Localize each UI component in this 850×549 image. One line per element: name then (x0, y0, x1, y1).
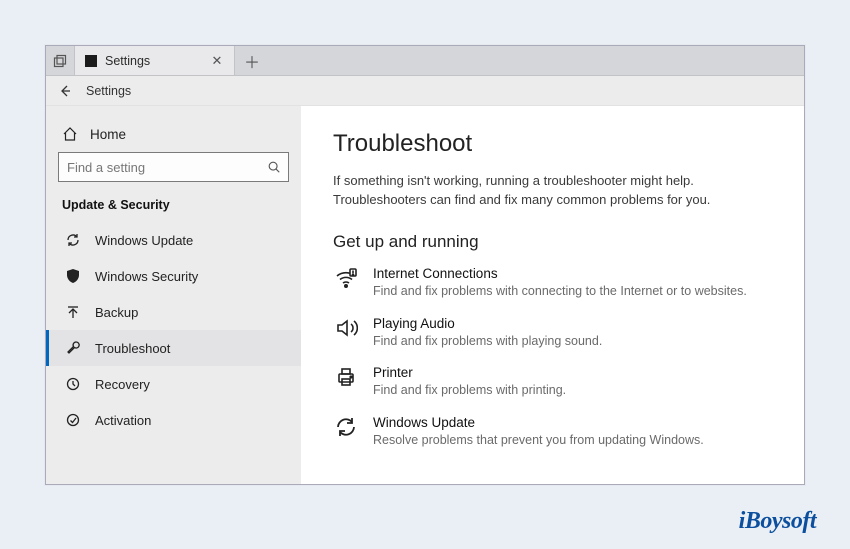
troubleshooter-windows-update[interactable]: Windows Update Resolve problems that pre… (333, 415, 772, 449)
wifi-icon (333, 266, 359, 292)
sidebar-item-label: Windows Update (95, 233, 193, 248)
main-content: Troubleshoot If something isn't working,… (301, 106, 804, 484)
page-title: Troubleshoot (333, 130, 772, 158)
titlebar: Settings ✕ ＋ (46, 46, 804, 76)
header-row: Settings (46, 76, 804, 106)
search-wrap (58, 152, 289, 182)
header-title: Settings (86, 84, 131, 98)
troubleshooter-desc: Find and fix problems with printing. (373, 382, 753, 399)
sidebar-item-label: Windows Security (95, 269, 198, 284)
troubleshooter-internet-connections[interactable]: Internet Connections Find and fix proble… (333, 266, 772, 300)
home-label: Home (90, 127, 126, 142)
settings-app-icon (85, 55, 97, 67)
sidebar-item-activation[interactable]: Activation (46, 402, 301, 438)
home-icon (62, 126, 78, 142)
shield-icon (65, 268, 81, 284)
arrow-left-icon (58, 84, 72, 98)
overlapping-windows-icon (53, 54, 67, 68)
window-controls-left[interactable] (46, 46, 75, 75)
troubleshooter-playing-audio[interactable]: Playing Audio Find and fix problems with… (333, 316, 772, 350)
troubleshooter-desc: Find and fix problems with playing sound… (373, 333, 753, 350)
sidebar-item-recovery[interactable]: Recovery (46, 366, 301, 402)
sidebar-item-backup[interactable]: Backup (46, 294, 301, 330)
body: Home Update & Security Windows Update (46, 106, 804, 484)
search-input[interactable] (58, 152, 289, 182)
troubleshooter-title: Windows Update (373, 415, 772, 430)
search-icon (267, 160, 281, 174)
history-icon (65, 376, 81, 392)
printer-icon (333, 365, 359, 391)
tab-settings[interactable]: Settings ✕ (75, 46, 235, 75)
wrench-icon (65, 340, 81, 356)
activation-icon (65, 412, 81, 428)
sidebar-item-label: Activation (95, 413, 151, 428)
troubleshooter-title: Internet Connections (373, 266, 772, 281)
sidebar-item-label: Backup (95, 305, 138, 320)
watermark-logo: iBoysoft (739, 508, 816, 535)
tab-title: Settings (105, 54, 202, 68)
sub-heading: Get up and running (333, 232, 772, 252)
close-tab-button[interactable]: ✕ (210, 54, 224, 68)
troubleshooter-printer[interactable]: Printer Find and fix problems with print… (333, 365, 772, 399)
sidebar-item-label: Recovery (95, 377, 150, 392)
sidebar-item-home[interactable]: Home (58, 120, 289, 152)
troubleshooter-title: Printer (373, 365, 772, 380)
new-tab-button[interactable]: ＋ (235, 46, 269, 75)
refresh-icon (65, 232, 81, 248)
sidebar: Home Update & Security Windows Update (46, 106, 301, 484)
troubleshooter-desc: Find and fix problems with connecting to… (373, 283, 753, 300)
back-button[interactable] (54, 80, 76, 102)
sidebar-item-label: Troubleshoot (95, 341, 170, 356)
sidebar-item-windows-update[interactable]: Windows Update (46, 222, 301, 258)
sidebar-item-windows-security[interactable]: Windows Security (46, 258, 301, 294)
backup-icon (65, 304, 81, 320)
settings-window: Settings ✕ ＋ Settings Home (45, 45, 805, 485)
page-intro: If something isn't working, running a tr… (333, 172, 753, 210)
sidebar-item-troubleshoot[interactable]: Troubleshoot (46, 330, 301, 366)
troubleshooter-title: Playing Audio (373, 316, 772, 331)
refresh-icon (333, 415, 359, 441)
sidebar-section-label: Update & Security (58, 194, 289, 222)
troubleshooter-desc: Resolve problems that prevent you from u… (373, 432, 753, 449)
audio-icon (333, 316, 359, 342)
